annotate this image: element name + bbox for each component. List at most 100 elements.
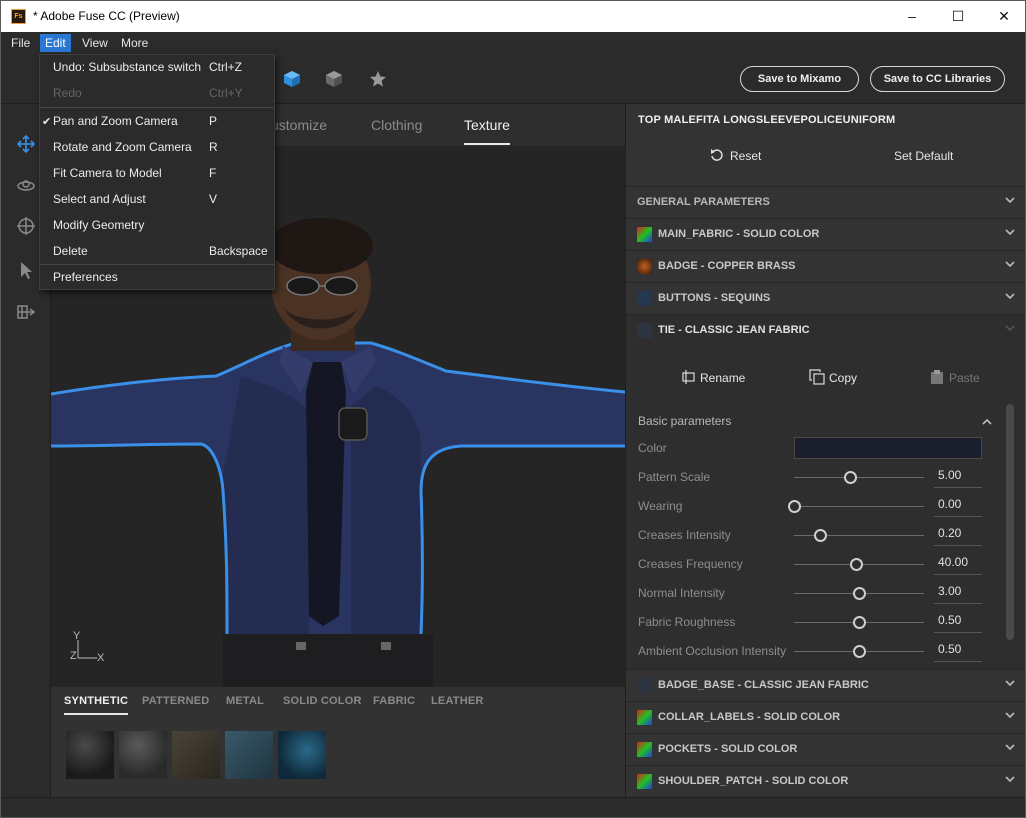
menu-item-label: Select and Adjust — [53, 192, 146, 206]
maximize-button[interactable]: ☐ — [935, 1, 981, 32]
section-label: TIE - CLASSIC JEAN FABRIC — [658, 324, 810, 336]
modify-geometry-icon[interactable] — [16, 302, 36, 322]
param-slider-handle[interactable] — [788, 500, 801, 513]
menu-view[interactable]: View — [77, 34, 113, 52]
param-label: Creases Intensity — [638, 528, 731, 542]
rename-icon — [682, 370, 695, 384]
title-bar: Fs * Adobe Fuse CC (Preview) – ☐ ✕ — [1, 1, 1025, 32]
menu-item-preferences[interactable]: Preferences — [40, 265, 274, 291]
category-solid-color[interactable]: SOLID COLOR — [283, 695, 362, 707]
app-window: Fs * Adobe Fuse CC (Preview) – ☐ ✕ File … — [0, 0, 1026, 818]
set-default-button[interactable]: Set Default — [894, 149, 953, 163]
category-fabric[interactable]: FABRIC — [373, 695, 415, 707]
color-picker-field[interactable] — [794, 437, 982, 459]
chevron-down-icon — [1005, 680, 1015, 687]
window-title: * Adobe Fuse CC (Preview) — [33, 9, 180, 23]
param-slider-track[interactable] — [794, 477, 924, 478]
category-patterned[interactable]: PATTERNED — [142, 695, 209, 707]
select-arrow-icon[interactable] — [16, 260, 36, 280]
rotate-tool-icon[interactable] — [16, 176, 36, 196]
menu-item-delete[interactable]: Delete Backspace — [40, 239, 274, 265]
rename-button[interactable]: Rename — [682, 370, 746, 385]
menu-item-modify-geometry[interactable]: Modify Geometry — [40, 213, 274, 239]
menu-item-pan-zoom-camera[interactable]: ✔ Pan and Zoom Camera P — [40, 109, 274, 135]
material-swatch[interactable] — [225, 731, 273, 779]
section-main-fabric[interactable]: MAIN_FABRIC - SOLID COLOR — [626, 218, 1025, 249]
menu-item-label: Redo — [53, 86, 82, 100]
section-badge[interactable]: BADGE - COPPER BRASS — [626, 250, 1025, 281]
category-metal[interactable]: METAL — [226, 695, 264, 707]
material-swatch[interactable] — [278, 731, 326, 779]
menu-item-label: Modify Geometry — [53, 218, 145, 232]
material-swatch[interactable] — [66, 731, 114, 779]
axis-z-label: Z — [70, 650, 77, 662]
menu-item-label: Preferences — [53, 270, 118, 284]
param-slider-handle[interactable] — [853, 645, 866, 658]
cube-solid-icon[interactable] — [283, 70, 301, 88]
chevron-down-icon — [1005, 197, 1015, 204]
param-value-field[interactable]: 0.00 — [934, 495, 982, 517]
param-label: Ambient Occlusion Intensity — [638, 644, 787, 658]
parameters-scrollbar[interactable] — [1006, 404, 1014, 640]
param-value-field[interactable]: 5.00 — [934, 466, 982, 488]
copy-button[interactable]: Copy — [809, 369, 857, 385]
star-icon[interactable] — [369, 70, 387, 88]
chevron-up-icon[interactable] — [981, 416, 993, 428]
pan-tool-icon[interactable] — [16, 134, 36, 154]
menu-more[interactable]: More — [116, 34, 153, 52]
save-to-cc-libraries-button[interactable]: Save to CC Libraries — [870, 66, 1005, 92]
menu-item-fit-camera[interactable]: Fit Camera to Model F — [40, 161, 274, 187]
param-slider-handle[interactable] — [850, 558, 864, 571]
minimize-button[interactable]: – — [889, 1, 935, 32]
param-slider-handle[interactable] — [853, 616, 866, 629]
solid-color-swatch-icon — [637, 774, 652, 789]
section-shoulder-patch[interactable]: SHOULDER_PATCH - SOLID COLOR — [626, 765, 1025, 796]
param-slider-track[interactable] — [794, 506, 924, 507]
section-buttons[interactable]: BUTTONS - SEQUINS — [626, 282, 1025, 313]
target-tool-icon[interactable] — [16, 216, 36, 236]
section-badge-base[interactable]: BADGE_BASE - CLASSIC JEAN FABRIC — [626, 669, 1025, 700]
tab-texture[interactable]: Texture — [464, 117, 510, 145]
edit-menu-dropdown: Undo: Subsubstance switch Ctrl+Z Redo Ct… — [39, 54, 275, 290]
menu-item-select-adjust[interactable]: Select and Adjust V — [40, 187, 274, 213]
param-value-field[interactable]: 40.00 — [934, 553, 982, 575]
basic-parameters-title: Basic parameters — [638, 414, 732, 428]
section-tie[interactable]: TIE - CLASSIC JEAN FABRIC — [626, 314, 1025, 345]
param-slider-handle[interactable] — [843, 471, 857, 484]
chevron-down-icon — [1005, 744, 1015, 751]
param-label: Pattern Scale — [638, 470, 711, 484]
rename-label: Rename — [700, 371, 746, 385]
paste-button[interactable]: Paste — [931, 370, 980, 385]
menu-file[interactable]: File — [6, 34, 35, 52]
param-value-field[interactable]: 0.50 — [934, 640, 982, 662]
material-swatch[interactable] — [172, 731, 220, 779]
solid-color-swatch-icon — [637, 742, 652, 757]
param-value-field[interactable]: 0.20 — [934, 524, 982, 546]
close-button[interactable]: ✕ — [981, 1, 1025, 32]
section-collar-labels[interactable]: COLLAR_LABELS - SOLID COLOR — [626, 701, 1025, 732]
material-swatch[interactable] — [119, 731, 167, 779]
param-slider-handle[interactable] — [853, 587, 866, 600]
category-leather[interactable]: LEATHER — [431, 695, 484, 707]
reset-button[interactable]: Reset — [730, 149, 761, 163]
param-value-field[interactable]: 3.00 — [934, 582, 982, 604]
color-label: Color — [638, 441, 667, 455]
menu-edit[interactable]: Edit — [40, 34, 71, 52]
menu-item-shortcut: Ctrl+Y — [209, 86, 243, 100]
category-synthetic[interactable]: SYNTHETIC — [64, 695, 129, 715]
section-general-parameters[interactable]: GENERAL PARAMETERS — [626, 186, 1025, 217]
cube-wire-icon[interactable] — [325, 70, 343, 88]
param-slider-handle[interactable] — [814, 529, 827, 542]
reset-icon — [711, 149, 723, 161]
status-bar — [1, 797, 1025, 817]
menu-item-undo[interactable]: Undo: Subsubstance switch Ctrl+Z — [40, 55, 274, 81]
param-value-field[interactable]: 0.50 — [934, 611, 982, 633]
section-pockets[interactable]: POCKETS - SOLID COLOR — [626, 733, 1025, 764]
tab-clothing[interactable]: Clothing — [371, 117, 422, 133]
save-to-mixamo-button[interactable]: Save to Mixamo — [740, 66, 859, 92]
material-library-panel: SYNTHETIC PATTERNED METAL SOLID COLOR FA… — [51, 687, 625, 797]
section-label: BADGE_BASE - CLASSIC JEAN FABRIC — [658, 679, 869, 691]
menu-item-label: Pan and Zoom Camera — [53, 114, 178, 128]
menu-item-rotate-zoom-camera[interactable]: Rotate and Zoom Camera R — [40, 135, 274, 161]
tab-customize[interactable]: ustomize — [271, 117, 327, 133]
